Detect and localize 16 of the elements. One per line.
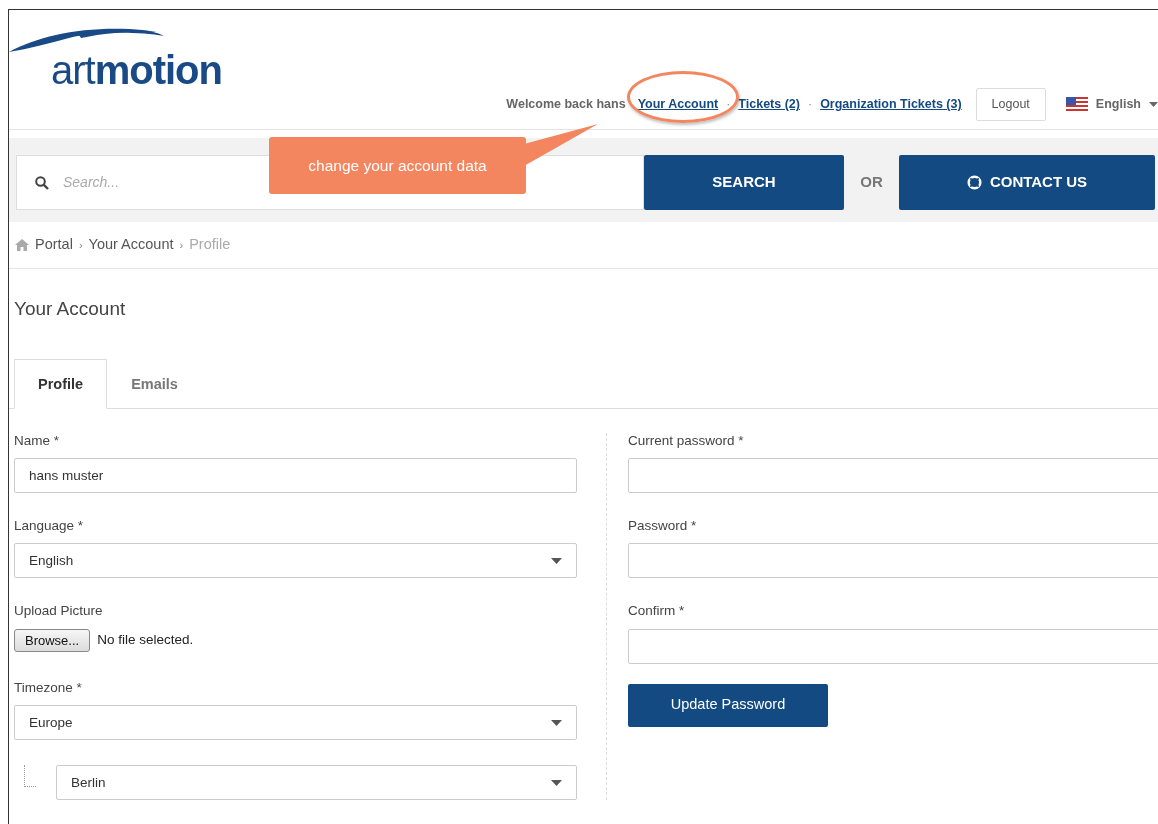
welcome-text: Welcome back hans [506,96,626,113]
field-label: Upload Picture [14,603,104,620]
file-status: No file selected. [97,631,194,650]
field-label: Language * [14,518,85,535]
field-label: Password * [628,518,698,535]
or-text: OR [859,172,884,193]
field-label: Timezone * [14,680,83,697]
logo-text: artmotion [51,50,222,90]
field-label: Name * [14,433,60,450]
breadcrumb-separator: › [78,237,83,253]
breadcrumb-separator: › [179,237,184,253]
field-label: Current password * [628,433,745,450]
separator-dot: · [726,96,731,113]
page-title: Your Account [14,296,127,321]
field-label: Confirm * [628,603,686,620]
separator-dot: · [807,96,813,113]
